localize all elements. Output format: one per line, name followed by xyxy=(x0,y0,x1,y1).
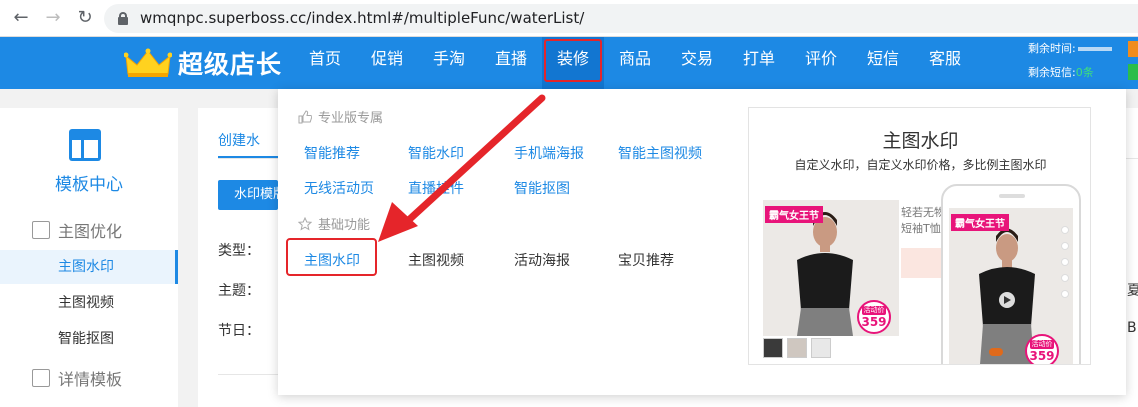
browser-toolbar: ← → ↻ wmqnpc.superboss.cc/index.html#/mu… xyxy=(0,0,1138,37)
remain-time: 剩余时间: xyxy=(1028,40,1112,56)
link-main-watermark[interactable]: 主图水印 xyxy=(304,250,360,270)
app-header: 超级店长 首页 促销 手淘 直播 装修 商品 交易 打单 评价 短信 客服 剩余… xyxy=(0,37,1138,89)
link-item-recommend[interactable]: 宝贝推荐 xyxy=(618,250,674,270)
tab-underline xyxy=(218,156,278,158)
phone-mockup: 霸气女王节 活动价 359 xyxy=(941,184,1081,364)
link-smart-watermark[interactable]: 智能水印 xyxy=(408,143,464,163)
preview-card: 主图水印 自定义水印，自定义水印价格，多比例主图水印 霸气女王节 活动价 359 … xyxy=(748,107,1091,365)
type-label: 类型： xyxy=(218,243,260,259)
thumbnail xyxy=(787,338,807,358)
main-menu: 首页 促销 手淘 直播 装修 商品 交易 打单 评价 短信 客服 xyxy=(294,37,976,89)
sidebar-group-detail[interactable]: 详情模板 xyxy=(32,366,122,390)
lock-icon xyxy=(118,12,128,25)
thumbnail-strip xyxy=(763,338,835,360)
menu-service[interactable]: 客服 xyxy=(914,37,976,89)
menu-trade[interactable]: 交易 xyxy=(666,37,728,89)
preview-subtitle: 自定义水印，自定义水印价格，多比例主图水印 xyxy=(794,158,1047,172)
promo-tag: 霸气女王节 xyxy=(765,206,823,223)
address-bar[interactable]: wmqnpc.superboss.cc/index.html#/multiple… xyxy=(104,4,1138,33)
pro-section-heading: 专业版专属 xyxy=(298,107,383,126)
menu-decoration[interactable]: 装修 xyxy=(542,37,604,89)
watermark-template-button[interactable]: 水印模版 xyxy=(218,180,278,210)
edge-text: 夏 xyxy=(1127,283,1138,299)
link-smart-cutout[interactable]: 智能抠图 xyxy=(514,178,570,198)
menu-products[interactable]: 商品 xyxy=(604,37,666,89)
link-smart-video[interactable]: 智能主图视频 xyxy=(618,143,702,163)
promo-tag: 霸气女王节 xyxy=(951,214,1009,231)
sidebar-group-main-image[interactable]: 主图优化 xyxy=(32,218,122,242)
basic-section-heading: 基础功能 xyxy=(298,214,370,233)
link-mobile-poster[interactable]: 手机端海报 xyxy=(514,143,584,163)
template-center-title: 模板中心 xyxy=(55,175,123,195)
link-wireless-page[interactable]: 无线活动页 xyxy=(304,178,374,198)
menu-home[interactable]: 首页 xyxy=(294,37,356,89)
thumbnail xyxy=(763,338,783,358)
logo-text: 超级店长 xyxy=(178,50,283,79)
recharge-badge[interactable] xyxy=(1128,64,1138,80)
preview-color-block xyxy=(901,248,941,278)
theme-label: 主题： xyxy=(218,283,260,299)
logo[interactable]: 超级店长 xyxy=(124,44,282,82)
screen: ← → ↻ wmqnpc.superboss.cc/index.html#/mu… xyxy=(0,0,1138,407)
layout-icon xyxy=(32,369,50,387)
preview-side-text: 轻若无物 xyxy=(901,206,945,219)
menu-print[interactable]: 打单 xyxy=(728,37,790,89)
preview-photo: 霸气女王节 活动价 359 xyxy=(763,200,899,336)
menu-review[interactable]: 评价 xyxy=(790,37,852,89)
tab-create[interactable]: 创建水 xyxy=(218,130,260,150)
link-smart-recommend[interactable]: 智能推荐 xyxy=(304,143,360,163)
crown-icon xyxy=(124,48,172,77)
thumbnail xyxy=(811,338,831,358)
image-icon xyxy=(32,221,50,239)
menu-mobile-taobao[interactable]: 手淘 xyxy=(418,37,480,89)
sidebar-item-video[interactable]: 主图视频 xyxy=(0,286,178,320)
preview-side-text: 短袖T恤 xyxy=(901,222,941,235)
sidebar-item-watermark[interactable]: 主图水印 xyxy=(0,250,178,284)
festival-label: 节日： xyxy=(218,323,260,339)
arrow-right-icon[interactable]: → xyxy=(42,7,64,29)
edge-text: B xyxy=(1127,320,1137,336)
link-activity-poster[interactable]: 活动海报 xyxy=(514,250,570,270)
menu-live[interactable]: 直播 xyxy=(480,37,542,89)
template-icon xyxy=(69,129,101,161)
arrow-left-icon[interactable]: ← xyxy=(10,7,32,29)
reload-icon[interactable]: ↻ xyxy=(74,7,96,29)
star-icon xyxy=(298,216,312,231)
sidebar: 模板中心 主图优化 主图水印 主图视频 智能抠图 详情模板 xyxy=(0,108,178,407)
action-dots xyxy=(1061,226,1069,306)
menu-sms[interactable]: 短信 xyxy=(852,37,914,89)
highlight-box xyxy=(544,39,602,82)
link-main-video[interactable]: 主图视频 xyxy=(408,250,464,270)
remain-sms: 剩余短信:0条 xyxy=(1028,66,1094,79)
menu-promotion[interactable]: 促销 xyxy=(356,37,418,89)
renew-badge[interactable] xyxy=(1128,41,1138,57)
link-live-widget[interactable]: 直播挂件 xyxy=(408,178,464,198)
price-badge: 活动价 359 xyxy=(1025,334,1059,364)
sidebar-item-cutout[interactable]: 智能抠图 xyxy=(0,322,178,356)
price-badge: 活动价 359 xyxy=(857,300,891,334)
divider xyxy=(218,374,278,375)
phone-screen: 霸气女王节 活动价 359 xyxy=(949,208,1073,364)
thumbs-up-icon xyxy=(298,109,312,123)
url-text[interactable]: wmqnpc.superboss.cc/index.html#/multiple… xyxy=(140,9,584,27)
preview-title: 主图水印 xyxy=(882,130,959,152)
decoration-dropdown: 专业版专属 智能推荐 智能水印 手机端海报 智能主图视频 无线活动页 直播挂件 … xyxy=(278,89,1126,395)
